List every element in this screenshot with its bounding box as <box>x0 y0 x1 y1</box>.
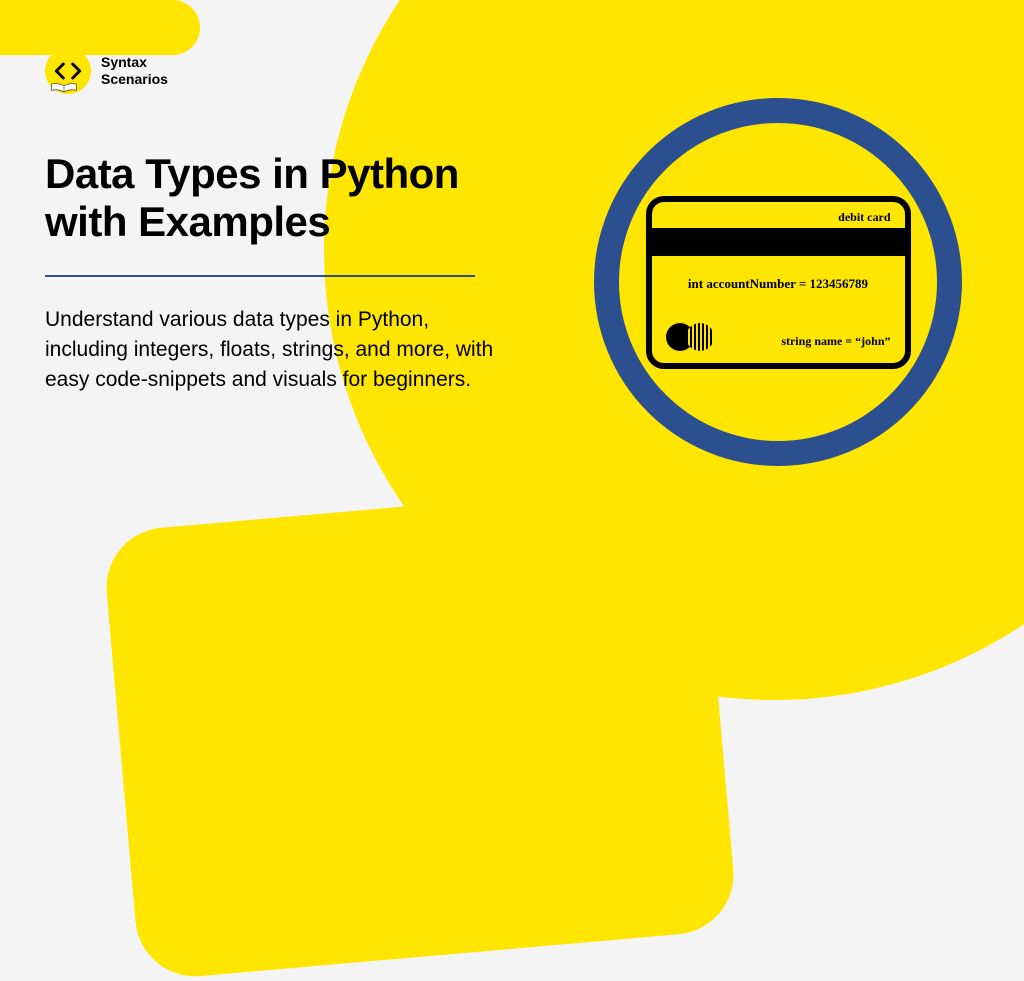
page-description: Understand various data types in Python,… <box>45 305 515 396</box>
logo-text-line1: Syntax <box>101 54 168 71</box>
illustration-circle-inner: debit card int accountNumber = 123456789… <box>619 123 937 441</box>
card-code-line2: string name = “john” <box>781 334 890 349</box>
logo-text-line2: Scenarios <box>101 71 168 88</box>
illustration-circle-outer: debit card int accountNumber = 123456789… <box>594 98 962 466</box>
page-title: Data Types in Python with Examples <box>45 150 515 247</box>
card-logo-circle-striped-icon <box>686 323 714 351</box>
debit-card-illustration: debit card int accountNumber = 123456789… <box>646 196 911 369</box>
background-yellow-shape-top-left <box>0 0 200 55</box>
content-area: Data Types in Python with Examples Under… <box>45 150 515 396</box>
logo-code-icon <box>45 48 91 94</box>
logo-book-icon <box>50 74 78 102</box>
logo-text: Syntax Scenarios <box>101 54 168 88</box>
card-brand-logos <box>666 323 714 351</box>
card-code-line1: int accountNumber = 123456789 <box>652 276 905 292</box>
logo: Syntax Scenarios <box>45 48 168 94</box>
background-yellow-shape-bottom <box>102 481 739 981</box>
title-divider <box>45 275 475 277</box>
card-mag-stripe <box>652 228 905 256</box>
card-label: debit card <box>838 210 890 225</box>
